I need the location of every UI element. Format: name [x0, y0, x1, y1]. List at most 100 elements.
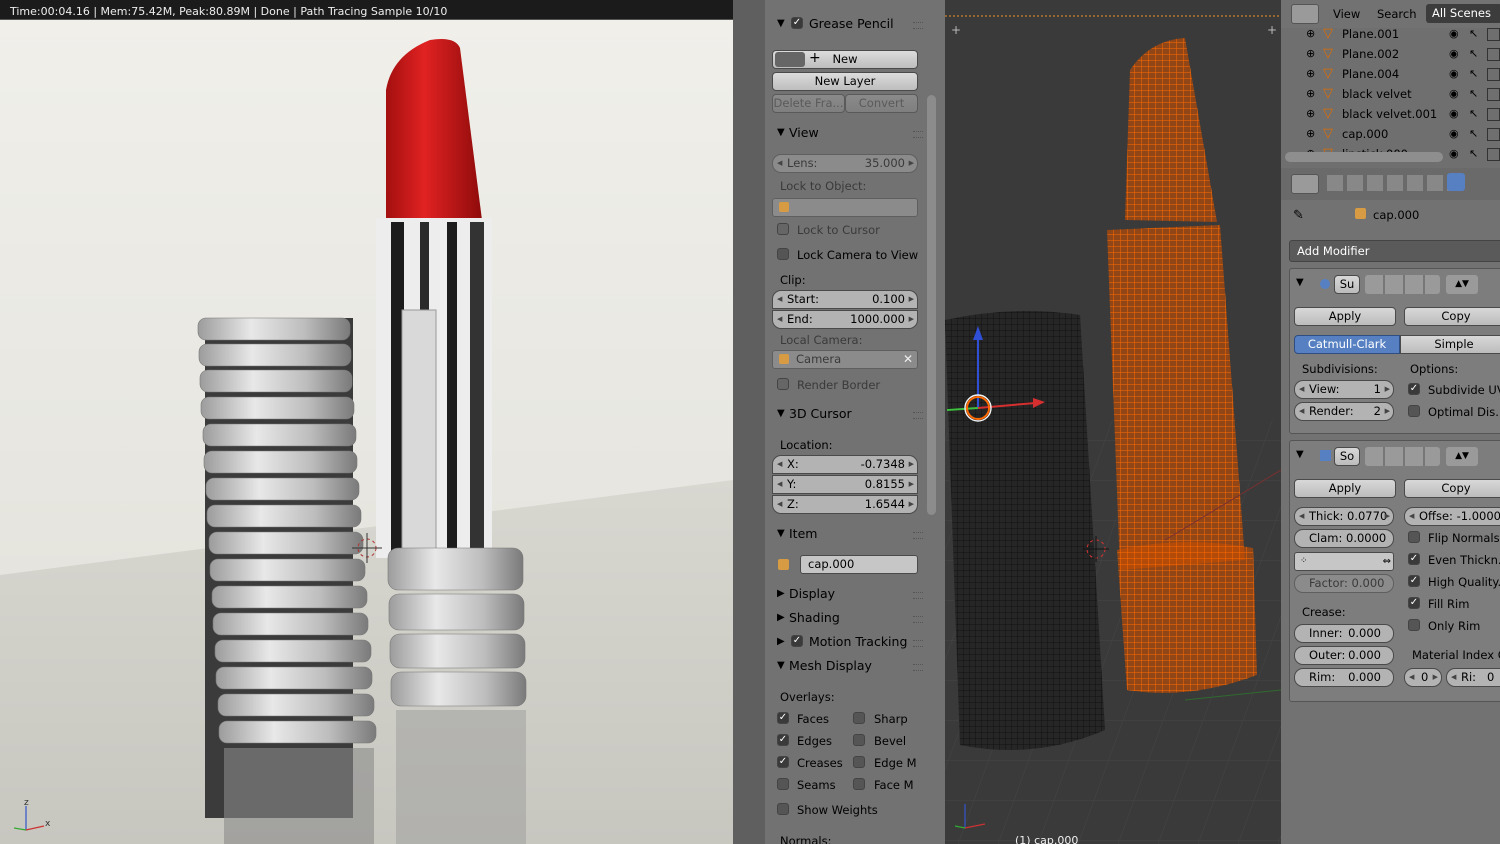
move-up-down-icon[interactable]: ▲▼	[1446, 447, 1478, 466]
crease-inner-field[interactable]: Inner: 0.000	[1294, 624, 1394, 643]
offset-field[interactable]: ◀ Offse: -1.0000	[1404, 507, 1500, 526]
context-tabs-icon[interactable]	[1327, 175, 1467, 191]
restrict-select-icon[interactable]: ↖	[1469, 44, 1478, 64]
add-modifier-dropdown[interactable]: Add Modifier	[1289, 240, 1500, 262]
creases-checkbox[interactable]: ✓	[777, 756, 789, 768]
restrict-select-icon[interactable]: ↖	[1469, 124, 1478, 144]
convert-button[interactable]: Convert	[845, 94, 918, 113]
eye-icon[interactable]: ◉	[1449, 144, 1459, 164]
panel-item[interactable]: ▼ Item	[765, 523, 927, 545]
clip-start-field[interactable]: ◀ Start: 0.100 ▶	[772, 290, 918, 309]
expand-triangle-icon[interactable]: ▶	[777, 607, 785, 629]
flip-normals-checkbox[interactable]	[1408, 531, 1420, 543]
outliner-row[interactable]: ⊕ ▽ cap.000 ◉ ↖	[1281, 124, 1500, 144]
show-weights-checkbox[interactable]	[777, 803, 789, 815]
high-quality-checkbox[interactable]: ✓	[1408, 575, 1420, 587]
rim-material-field[interactable]: ◀ Ri: 0	[1446, 668, 1500, 687]
local-camera-field[interactable]: Camera ✕	[772, 350, 918, 369]
collapse-triangle-icon[interactable]: ▼	[1296, 277, 1304, 288]
subsurf-modifier-panel[interactable]: ▼ Su ▲▼ Apply Copy Catmull-Clark Simple …	[1289, 268, 1500, 434]
expand-plus-icon[interactable]: ⊕	[1306, 84, 1315, 104]
panel-view[interactable]: ▼ View	[765, 122, 927, 144]
new-layer-button[interactable]: New Layer	[772, 72, 918, 91]
drag-grip-icon[interactable]	[913, 532, 923, 539]
eye-icon[interactable]: ◉	[1449, 44, 1459, 64]
collapse-triangle-icon[interactable]: ▼	[777, 655, 785, 677]
editor-type-icon[interactable]	[1291, 174, 1319, 194]
properties-tabs[interactable]	[1281, 168, 1500, 200]
expand-plus-icon[interactable]: ⊕	[1306, 64, 1315, 84]
restrict-render-icon[interactable]	[1487, 48, 1500, 61]
move-up-down-icon[interactable]: ▲▼	[1446, 275, 1478, 294]
restrict-render-icon[interactable]	[1487, 108, 1500, 121]
render-viewport[interactable]: z x Time:00:04.16 | Mem:75.42M, Peak:80.…	[0, 0, 733, 844]
sharp-checkbox[interactable]	[853, 712, 865, 724]
motion-tracking-checkbox[interactable]: ✓	[791, 635, 803, 647]
outliner-row[interactable]: ⊕ ▽ Plane.002 ◉ ↖	[1281, 44, 1500, 64]
drag-grip-icon[interactable]	[913, 664, 923, 671]
clear-x-icon[interactable]: ✕	[903, 351, 913, 368]
delete-frame-button[interactable]: Delete Fra...	[772, 94, 845, 113]
face-m-checkbox[interactable]	[853, 778, 865, 790]
subsurf-apply-button[interactable]: Apply	[1294, 307, 1396, 326]
drag-grip-icon[interactable]	[913, 640, 923, 647]
modifier-name-field[interactable]: So	[1334, 447, 1360, 466]
expand-plus-icon[interactable]: ⊕	[1306, 104, 1315, 124]
restrict-render-icon[interactable]	[1487, 148, 1500, 161]
expand-plus-icon[interactable]: ⊕	[1306, 44, 1315, 64]
modifier-visibility-icons[interactable]	[1365, 447, 1440, 466]
material-offset-field[interactable]: ◀ 0 ▶	[1404, 668, 1442, 687]
lock-object-field[interactable]	[772, 198, 918, 217]
lens-field[interactable]: ◀ Lens: 35.000 ▶	[772, 154, 918, 173]
restrict-render-icon[interactable]	[1487, 28, 1500, 41]
vertex-group-field[interactable]: ⁘ ⇔	[1294, 552, 1394, 571]
clamp-field[interactable]: Clam: 0.0000	[1294, 529, 1394, 548]
outliner-view-menu[interactable]: View	[1333, 7, 1360, 21]
drag-grip-icon[interactable]	[913, 131, 923, 138]
outliner[interactable]: View Search All Scenes ⊕ ▽ Plane.001 ◉ ↖ ⊕ ▽ Pl…	[1281, 0, 1500, 168]
restrict-render-icon[interactable]	[1487, 68, 1500, 81]
drag-grip-icon[interactable]	[913, 22, 923, 29]
3d-viewport[interactable]: + + (1) cap.000	[945, 0, 1281, 844]
restrict-select-icon[interactable]: ↖	[1469, 84, 1478, 104]
expand-triangle-icon[interactable]: ▶	[777, 583, 785, 605]
editor-type-icon[interactable]	[1291, 4, 1319, 24]
subdivide-uvs-checkbox[interactable]: ✓	[1408, 383, 1420, 395]
lock-camera-checkbox[interactable]	[777, 248, 789, 260]
scene-filter-dropdown[interactable]: All Scenes	[1426, 4, 1500, 23]
outliner-row[interactable]: ⊕ ▽ black velvet.001 ◉ ↖	[1281, 104, 1500, 124]
outliner-hscrollbar[interactable]	[1285, 152, 1443, 162]
restrict-select-icon[interactable]: ↖	[1469, 144, 1478, 164]
eye-icon[interactable]: ◉	[1449, 64, 1459, 84]
eye-icon[interactable]: ◉	[1449, 124, 1459, 144]
grease-pencil-checkbox[interactable]: ✓	[791, 17, 803, 29]
factor-field[interactable]: Factor: 0.000	[1294, 574, 1394, 593]
subsurf-copy-button[interactable]: Copy	[1404, 307, 1500, 326]
pin-icon[interactable]: ✎	[1293, 208, 1304, 223]
expand-triangle-icon[interactable]: ▶	[777, 631, 785, 653]
solidify-copy-button[interactable]: Copy	[1404, 479, 1500, 498]
collapse-triangle-icon[interactable]: ▼	[777, 122, 785, 144]
edge-m-checkbox[interactable]	[853, 756, 865, 768]
fill-rim-checkbox[interactable]: ✓	[1408, 597, 1420, 609]
wrench-icon[interactable]	[1447, 173, 1465, 191]
invert-arrows-icon[interactable]: ⇔	[1383, 553, 1391, 570]
restrict-select-icon[interactable]: ↖	[1469, 104, 1478, 124]
cursor-x-field[interactable]: ◀ X: -0.7348 ▶	[772, 455, 918, 474]
outliner-row[interactable]: ⊕ ▽ Plane.004 ◉ ↖	[1281, 64, 1500, 84]
eye-icon[interactable]: ◉	[1449, 84, 1459, 104]
panel-grease-pencil[interactable]: ▼ ✓ Grease Pencil	[765, 13, 927, 35]
modifier-properties[interactable]: ✎ cap.000 Add Modifier ▼ Su ▲▼ Apply Cop…	[1281, 168, 1500, 844]
panel-display[interactable]: ▶ Display	[765, 583, 927, 605]
thickness-field[interactable]: ◀ Thick: 0.0770 ▶	[1294, 507, 1394, 526]
restrict-render-icon[interactable]	[1487, 88, 1500, 101]
drag-grip-icon[interactable]	[913, 592, 923, 599]
collapse-triangle-icon[interactable]: ▼	[777, 523, 785, 545]
restrict-select-icon[interactable]: ↖	[1469, 24, 1478, 44]
crease-rim-field[interactable]: Rim: 0.000	[1294, 668, 1394, 687]
solidify-modifier-panel[interactable]: ▼ So ▲▼ Apply Copy ◀ Thick: 0.0770 ▶ ◀ Offs…	[1289, 440, 1500, 702]
restrict-select-icon[interactable]: ↖	[1469, 64, 1478, 84]
faces-checkbox[interactable]: ✓	[777, 712, 789, 724]
crease-outer-field[interactable]: Outer: 0.000	[1294, 646, 1394, 665]
modifier-name-field[interactable]: Su	[1334, 275, 1360, 294]
